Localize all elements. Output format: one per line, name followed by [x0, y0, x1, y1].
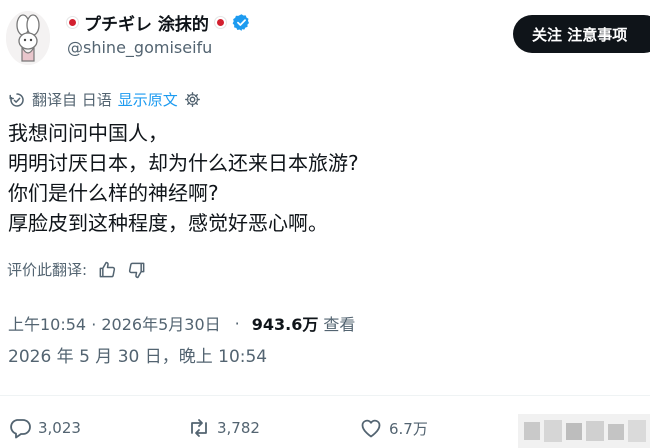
retweet-count: 3,782: [217, 419, 260, 437]
views-count: 943.6万: [251, 315, 319, 334]
tweet-line: 明明讨厌日本，却为什么还来日本旅游?: [8, 151, 359, 175]
divider: [0, 395, 650, 396]
reply-button[interactable]: 3,023: [8, 416, 81, 440]
tweet-time[interactable]: 上午10:54 · 2026年5月30日: [8, 311, 221, 335]
show-original-link[interactable]: 显示原文: [118, 89, 178, 110]
like-button[interactable]: 6.7万: [359, 416, 428, 440]
retweet-icon: [191, 419, 207, 437]
reply-icon: [10, 419, 31, 439]
views-label: 查看: [323, 315, 356, 334]
follow-button[interactable]: 关注 注意事项: [513, 15, 650, 53]
rate-translation-label: 评价此翻译:: [7, 261, 88, 279]
retweet-button[interactable]: 3,782: [187, 416, 260, 440]
full-date: 2026 年 5 月 30 日，晚上 10:54: [8, 347, 268, 367]
translation-row: 翻译自 日语 显示原文: [8, 89, 201, 110]
avatar-image: [6, 11, 50, 65]
rate-translation-row: 评价此翻译:: [7, 259, 147, 280]
display-name-row[interactable]: プチギレ 涂抹的: [66, 10, 251, 35]
thumbs-up-icon[interactable]: [97, 260, 117, 280]
translated-from-label: 翻译自 日语: [32, 91, 112, 109]
like-icon: [361, 419, 381, 438]
japan-flag-icon: [66, 16, 79, 29]
tweet-meta: 上午10:54 · 2026年5月30日 · 943.6万 查看: [8, 311, 355, 335]
tweet-line: 厚脸皮到这种程度，感觉好恶心啊。: [8, 211, 328, 235]
reply-count: 3,023: [38, 419, 81, 437]
display-name: プチギレ 涂抹的: [84, 15, 209, 35]
blurred-watermark: [518, 414, 650, 448]
tweet-text: 我想问问中国人， 明明讨厌日本，却为什么还来日本旅游? 你们是什么样的神经啊? …: [8, 118, 359, 238]
avatar[interactable]: [6, 11, 50, 65]
meta-separator: ·: [234, 313, 240, 333]
settings-icon[interactable]: [184, 91, 201, 108]
like-count: 6.7万: [389, 419, 428, 438]
user-handle[interactable]: @shine_gomiseifu: [67, 38, 212, 57]
tweet-line: 我想问问中国人，: [8, 121, 168, 145]
translate-icon: [9, 92, 24, 107]
japan-flag-icon: [213, 16, 227, 29]
verified-icon: [232, 14, 249, 31]
tweet-line: 你们是什么样的神经啊?: [8, 181, 219, 205]
thumbs-down-icon[interactable]: [127, 260, 147, 280]
